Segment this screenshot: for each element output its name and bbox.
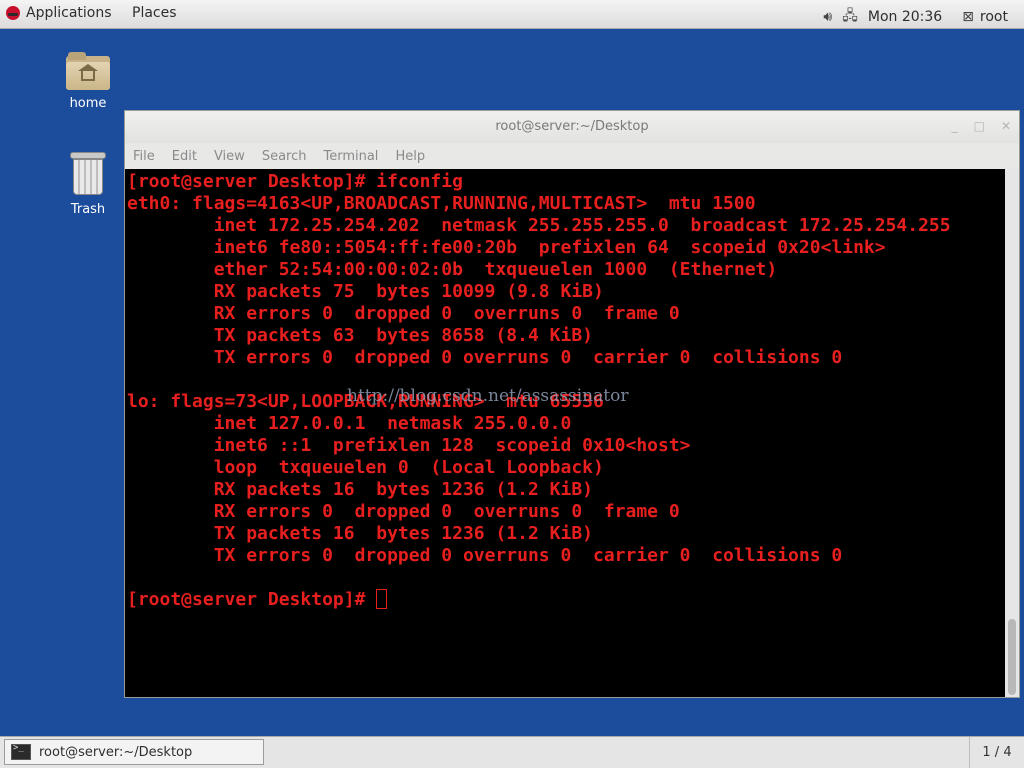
terminal-line: ether 52:54:00:00:02:0b txqueuelen 1000 … — [127, 259, 778, 280]
top-panel: Applications Places 🔊︎ 🖧︎ Mon 20:36 ⊠ ro… — [0, 0, 1024, 29]
home-label: home — [69, 96, 107, 111]
terminal-scrollbar[interactable] — [1005, 169, 1019, 697]
terminal-icon — [11, 743, 31, 760]
terminal-line: RX errors 0 dropped 0 overruns 0 frame 0 — [127, 303, 680, 324]
terminal-line: TX errors 0 dropped 0 overruns 0 carrier… — [127, 347, 843, 368]
menu-view[interactable]: View — [214, 149, 245, 164]
terminal-line: TX errors 0 dropped 0 overruns 0 carrier… — [127, 545, 843, 566]
scrollbar-thumb[interactable] — [1008, 619, 1016, 695]
desktop-icon-trash[interactable]: Trash — [52, 152, 124, 217]
clock[interactable]: Mon 20:36 — [868, 9, 942, 25]
terminal-output[interactable]: [root@server Desktop]# ifconfig eth0: fl… — [125, 169, 1007, 697]
trash-label: Trash — [70, 202, 106, 217]
menu-terminal[interactable]: Terminal — [323, 149, 378, 164]
user-icon: ⊠ — [962, 9, 974, 25]
close-icon[interactable]: ✕ — [1001, 119, 1011, 133]
desktop-icon-home[interactable]: home — [52, 52, 124, 111]
user-menu[interactable]: root — [980, 9, 1008, 25]
menubar: File Edit View Search Terminal Help — [125, 143, 1019, 170]
terminal-line: TX packets 63 bytes 8658 (8.4 KiB) — [127, 325, 593, 346]
terminal-line: RX packets 16 bytes 1236 (1.2 KiB) — [127, 479, 593, 500]
places-menu[interactable]: Places — [132, 5, 177, 21]
window-titlebar[interactable]: root@server:~/Desktop _ □ ✕ — [125, 111, 1019, 143]
terminal-line: inet 172.25.254.202 netmask 255.255.255.… — [127, 215, 951, 236]
network-icon[interactable]: 🖧︎ — [842, 5, 858, 29]
maximize-icon[interactable]: □ — [974, 119, 985, 133]
taskbar-item-label: root@server:~/Desktop — [39, 744, 193, 760]
minimize-icon[interactable]: _ — [952, 119, 958, 133]
watermark: http://blog.csdn.net/assassinator — [347, 386, 629, 406]
terminal-line: eth0: flags=4163<UP,BROADCAST,RUNNING,MU… — [127, 193, 756, 214]
terminal-cursor — [376, 589, 388, 609]
terminal-line: loop txqueuelen 0 (Local Loopback) — [127, 457, 604, 478]
workspace-switcher[interactable]: 1 / 4 — [969, 737, 1024, 768]
terminal-line: RX packets 75 bytes 10099 (9.8 KiB) — [127, 281, 604, 302]
trash-icon — [70, 152, 106, 196]
taskbar-item-terminal[interactable]: root@server:~/Desktop — [4, 739, 264, 765]
terminal-line: inet6 ::1 prefixlen 128 scopeid 0x10<hos… — [127, 435, 691, 456]
terminal-line: inet 127.0.0.1 netmask 255.0.0.0 — [127, 413, 572, 434]
menu-help[interactable]: Help — [395, 149, 425, 164]
redhat-icon — [6, 6, 20, 20]
terminal-line: inet6 fe80::5054:ff:fe00:20b prefixlen 6… — [127, 237, 886, 258]
applications-label: Applications — [26, 5, 112, 21]
terminal-line: TX packets 16 bytes 1236 (1.2 KiB) — [127, 523, 593, 544]
terminal-line: RX errors 0 dropped 0 overruns 0 frame 0 — [127, 501, 680, 522]
terminal-line: [root@server Desktop]# ifconfig — [127, 171, 463, 192]
bottom-panel: root@server:~/Desktop 1 / 4 — [0, 736, 1024, 768]
terminal-prompt-line[interactable]: [root@server Desktop]# — [127, 589, 1007, 611]
status-area: 🔊︎ 🖧︎ Mon 20:36 ⊠ root — [823, 5, 1008, 29]
window-title: root@server:~/Desktop — [495, 119, 649, 134]
terminal-prompt: [root@server Desktop]# — [127, 589, 377, 610]
terminal-window: root@server:~/Desktop _ □ ✕ File Edit Vi… — [124, 110, 1020, 698]
volume-icon[interactable]: 🔊︎ — [823, 9, 832, 25]
menu-edit[interactable]: Edit — [172, 149, 197, 164]
applications-menu[interactable]: Applications — [6, 5, 112, 21]
menu-file[interactable]: File — [133, 149, 155, 164]
menu-search[interactable]: Search — [262, 149, 307, 164]
home-folder-icon — [66, 52, 110, 90]
